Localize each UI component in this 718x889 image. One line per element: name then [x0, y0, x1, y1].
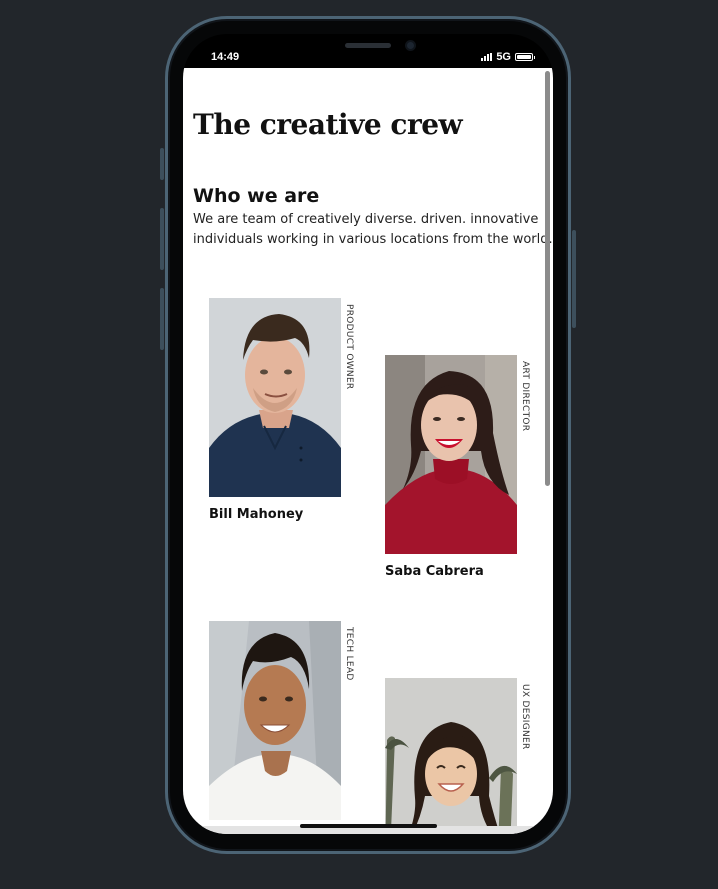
section-heading: Who we are: [193, 185, 320, 207]
volume-up-button: [160, 208, 164, 270]
notch: [265, 34, 465, 64]
team-member-photo: [209, 298, 341, 497]
status-time: 14:49: [211, 51, 240, 63]
speaker: [345, 43, 391, 48]
network-label: 5G: [496, 51, 511, 63]
team-member-photo: [209, 621, 341, 820]
web-content[interactable]: The creative crew Who we are We are team…: [183, 68, 553, 834]
team-member-role: TECH LEAD: [344, 627, 354, 681]
battery-icon: [515, 53, 535, 61]
signal-icon: [481, 53, 493, 61]
power-button: [572, 230, 576, 328]
silent-switch: [160, 148, 164, 180]
team-member-name: Saba Cabrera: [385, 564, 484, 579]
status-indicators: 5G: [481, 51, 535, 63]
team-member-name: Bill Mahoney: [209, 507, 304, 522]
team-member-role: ART DIRECTOR: [520, 361, 530, 432]
volume-down-button: [160, 288, 164, 350]
team-member-role: UX DESIGNER: [520, 684, 530, 750]
vertical-scrollbar[interactable]: [545, 71, 550, 486]
team-member-role: PRODUCT OWNER: [344, 304, 354, 390]
page-title: The creative crew: [193, 108, 463, 141]
team-member-photo: [385, 678, 517, 834]
phone-screen: 14:49 5G The creative crew Who we are We…: [183, 34, 553, 834]
team-member-photo: [385, 355, 517, 554]
camera-icon: [405, 40, 416, 51]
intro-text: We are team of creatively diverse. drive…: [193, 212, 553, 247]
home-indicator[interactable]: [300, 824, 437, 828]
